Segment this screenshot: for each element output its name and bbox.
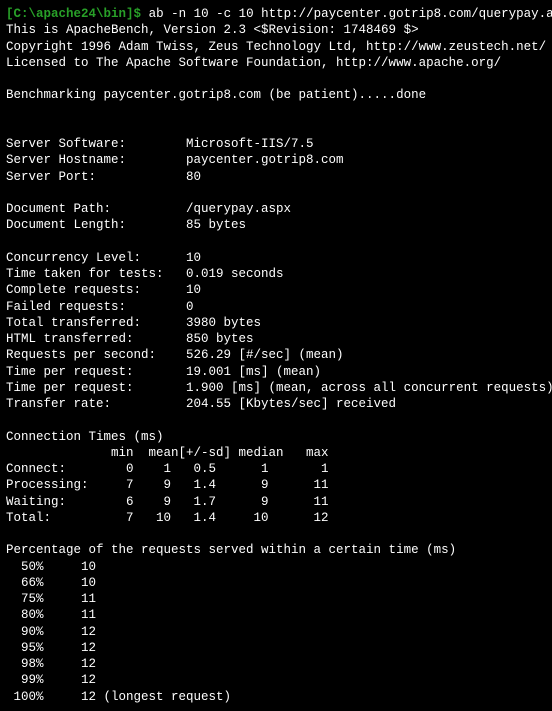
stat-line: HTML transferred: 850 bytes bbox=[6, 331, 546, 347]
conn-times-row: Processing: 7 9 1.4 9 11 bbox=[6, 477, 546, 493]
terminal-output: [C:\apache24\bin]$ ab -n 10 -c 10 http:/… bbox=[6, 6, 546, 705]
command-text: ab -n 10 -c 10 http://paycenter.gotrip8.… bbox=[149, 7, 552, 21]
pct-row: 50% 10 bbox=[6, 559, 546, 575]
blank-line bbox=[6, 526, 546, 542]
blank-line bbox=[6, 120, 546, 136]
stat-line: Time per request: 19.001 [ms] (mean) bbox=[6, 364, 546, 380]
pct-row: 99% 12 bbox=[6, 672, 546, 688]
blank-line bbox=[6, 185, 546, 201]
stat-line: Requests per second: 526.29 [#/sec] (mea… bbox=[6, 347, 546, 363]
pct-row: 98% 12 bbox=[6, 656, 546, 672]
doc-info-line: Document Length: 85 bytes bbox=[6, 217, 546, 233]
conn-times-row: Connect: 0 1 0.5 1 1 bbox=[6, 461, 546, 477]
server-info-line: Server Port: 80 bbox=[6, 169, 546, 185]
pct-row: 95% 12 bbox=[6, 640, 546, 656]
prompt-dollar: $ bbox=[134, 7, 142, 21]
prompt-path: [C:\apache24\bin] bbox=[6, 7, 134, 21]
header-line: Licensed to The Apache Software Foundati… bbox=[6, 55, 546, 71]
stat-line: Time taken for tests: 0.019 seconds bbox=[6, 266, 546, 282]
blank-line bbox=[6, 71, 546, 87]
header-line: Copyright 1996 Adam Twiss, Zeus Technolo… bbox=[6, 39, 546, 55]
conn-times-row: Waiting: 6 9 1.7 9 11 bbox=[6, 494, 546, 510]
conn-times-row: Total: 7 10 1.4 10 12 bbox=[6, 510, 546, 526]
pct-row: 75% 11 bbox=[6, 591, 546, 607]
blank-line bbox=[6, 234, 546, 250]
pct-row: 90% 12 bbox=[6, 624, 546, 640]
stat-line: Total transferred: 3980 bytes bbox=[6, 315, 546, 331]
server-info-line: Server Hostname: paycenter.gotrip8.com bbox=[6, 152, 546, 168]
doc-info-line: Document Path: /querypay.aspx bbox=[6, 201, 546, 217]
benchmarking-line: Benchmarking paycenter.gotrip8.com (be p… bbox=[6, 87, 546, 103]
conn-times-header: Connection Times (ms) bbox=[6, 429, 546, 445]
pct-row: 100% 12 (longest request) bbox=[6, 689, 546, 705]
stat-line: Failed requests: 0 bbox=[6, 299, 546, 315]
prompt-line: [C:\apache24\bin]$ ab -n 10 -c 10 http:/… bbox=[6, 6, 546, 22]
pct-row: 80% 11 bbox=[6, 607, 546, 623]
stat-line: Complete requests: 10 bbox=[6, 282, 546, 298]
stat-line: Transfer rate: 204.55 [Kbytes/sec] recei… bbox=[6, 396, 546, 412]
stat-line: Concurrency Level: 10 bbox=[6, 250, 546, 266]
server-info-line: Server Software: Microsoft-IIS/7.5 bbox=[6, 136, 546, 152]
conn-times-cols: min mean[+/-sd] median max bbox=[6, 445, 546, 461]
stat-line: Time per request: 1.900 [ms] (mean, acro… bbox=[6, 380, 546, 396]
header-line: This is ApacheBench, Version 2.3 <$Revis… bbox=[6, 22, 546, 38]
pct-header: Percentage of the requests served within… bbox=[6, 542, 546, 558]
blank-line bbox=[6, 104, 546, 120]
blank-line bbox=[6, 412, 546, 428]
pct-row: 66% 10 bbox=[6, 575, 546, 591]
